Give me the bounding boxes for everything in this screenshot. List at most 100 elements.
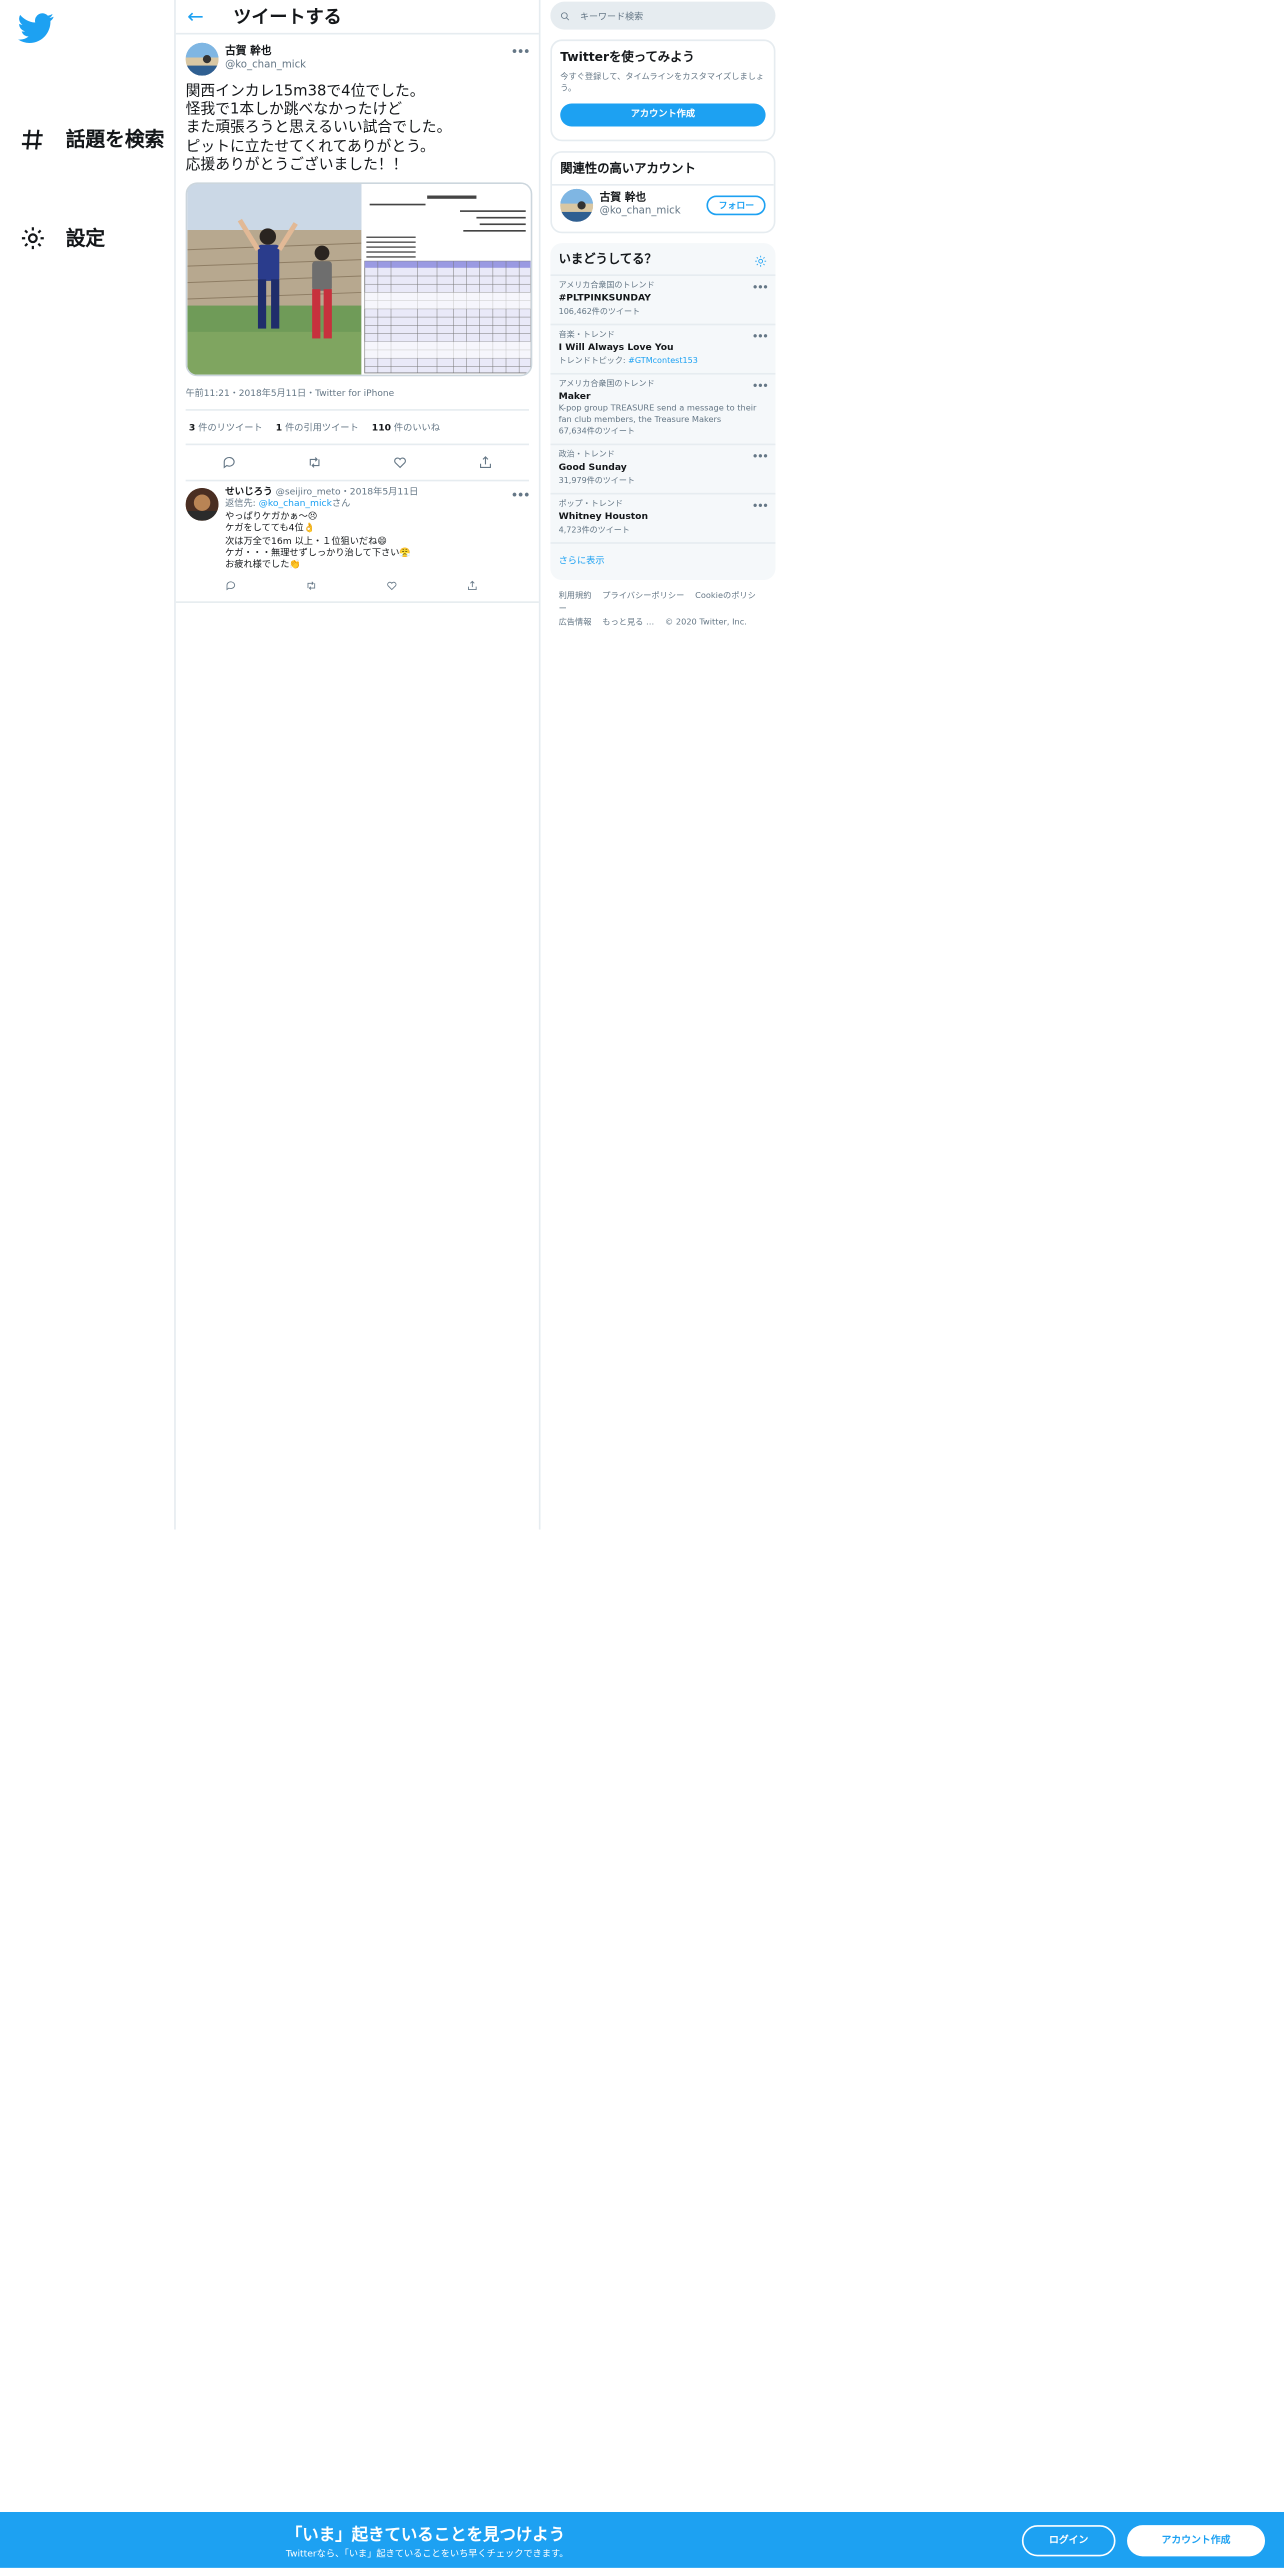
- trend-topic-link[interactable]: #GTMcontest153: [628, 357, 698, 367]
- trend-item[interactable]: 音楽・トレンド I Will Always Love You トレンドトピック:…: [550, 325, 776, 375]
- hashtag-icon: [21, 128, 43, 149]
- signup-card-title: Twitterを使ってみよう: [560, 49, 695, 65]
- search-icon: [561, 11, 570, 20]
- share-icon[interactable]: [479, 455, 494, 470]
- footer-privacy[interactable]: プライバシーポリシー: [602, 591, 684, 601]
- tweet-stats: 3 件のリツイート 1 件の引用ツイート 110 件のいいね: [185, 411, 530, 446]
- related-accounts-card: 関連性の高いアカウント 古賀 幹也 @ko_chan_mick フォロー: [550, 151, 776, 234]
- related-title: 関連性の高いアカウント: [560, 161, 696, 176]
- bottom-banner: 「いま」起きていることを見つけよう Twitterなら、「いま」起きていることを…: [0, 2511, 1284, 2568]
- tweet-actions: [185, 445, 530, 482]
- retweet-stat[interactable]: 3 件のリツイート: [189, 421, 263, 434]
- nav-explore[interactable]: 話題を検索: [20, 125, 165, 153]
- reply-text: やっぱりケガかぁ～😣 ケガをしてても4位👌 次は万全で16m 以上・１位狙いだね…: [225, 512, 411, 571]
- trend-context: 音楽・トレンド: [558, 330, 615, 341]
- avatar[interactable]: [185, 42, 219, 76]
- trend-name: #PLTPINKSUNDAY: [558, 294, 651, 304]
- more-options-icon[interactable]: •••: [752, 281, 769, 294]
- reply-icon[interactable]: [225, 580, 237, 592]
- related-account[interactable]: 古賀 幹也 @ko_chan_mick フォロー: [552, 184, 774, 232]
- footer: 利用規約 プライバシーポリシー Cookieのポリシー 広告情報 もっと見る ……: [550, 580, 775, 639]
- trend-context: アメリカ合衆国のトレンド: [558, 280, 655, 291]
- author-name[interactable]: 古賀 幹也: [225, 45, 306, 60]
- trend-name: Maker: [558, 392, 591, 403]
- trends-title: いまどうしてる？: [558, 251, 657, 267]
- quote-stat[interactable]: 1 件の引用ツイート: [276, 421, 359, 434]
- reply-to-link[interactable]: @ko_chan_mick: [259, 500, 332, 510]
- trend-name: I Will Always Love You: [558, 343, 674, 354]
- trend-context: ポップ・トレンド: [558, 499, 623, 510]
- login-button[interactable]: ログイン: [1021, 2525, 1116, 2557]
- main-column: ← ツイートする 古賀 幹也 @ko_chan_mick ••• 関西インカレ1…: [174, 0, 541, 1530]
- author-handle[interactable]: @ko_chan_mick: [225, 59, 306, 71]
- follow-button[interactable]: フォロー: [707, 195, 766, 216]
- trend-description: K-pop group TREASURE send a message to t…: [558, 404, 757, 425]
- tweet-meta: 午前11:21・2018年5月11日・Twitter for iPhone: [185, 386, 530, 411]
- share-icon[interactable]: [467, 580, 479, 592]
- footer-copyright: © 2020 Twitter, Inc.: [665, 617, 747, 628]
- trend-item[interactable]: ポップ・トレンド Whitney Houston 4,723件のツイート •••: [550, 495, 776, 544]
- more-options-icon[interactable]: •••: [511, 488, 531, 503]
- reply-date[interactable]: ・2018年5月11日: [341, 488, 419, 498]
- trend-context: 政治・トレンド: [558, 450, 615, 461]
- more-options-icon[interactable]: •••: [511, 44, 531, 59]
- like-icon[interactable]: [386, 580, 398, 592]
- page-title: ツイートする: [233, 6, 342, 28]
- reply-tweet[interactable]: せいじろう @seijiro_meto・2018年5月11日 返信先: @ko_…: [175, 481, 539, 603]
- trend-count: 4,723件のツイート: [558, 525, 630, 536]
- like-icon[interactable]: [393, 455, 408, 470]
- tweet-text: 関西インカレ15m38で4位でした。 怪我で1本しか跳べなかったけど また頑張ろ…: [185, 83, 452, 174]
- more-options-icon[interactable]: •••: [752, 330, 769, 343]
- reply-author-handle[interactable]: @seijiro_meto: [276, 488, 341, 498]
- twitter-logo-icon[interactable]: [18, 10, 54, 46]
- reply-to: 返信先: @ko_chan_mickさん: [225, 500, 351, 510]
- trend-topic: トレンドトピック: #GTMcontest153: [558, 356, 698, 367]
- avatar[interactable]: [560, 188, 594, 222]
- nav-explore-label: 話題を検索: [65, 128, 165, 152]
- photo-athletes[interactable]: [187, 184, 362, 375]
- signup-button[interactable]: アカウント作成: [1127, 2525, 1266, 2557]
- show-more-link[interactable]: さらに表示: [550, 544, 775, 580]
- search-input[interactable]: キーワード検索: [550, 1, 776, 30]
- right-column: キーワード検索 Twitterを使ってみよう 今すぐ登録して、タイムラインをカス…: [550, 0, 776, 639]
- nav-settings[interactable]: 設定: [20, 223, 105, 251]
- retweet-icon[interactable]: [306, 580, 318, 592]
- trend-item[interactable]: 政治・トレンド Good Sunday 31,979件のツイート •••: [550, 445, 776, 495]
- related-name[interactable]: 古賀 幹也: [600, 192, 707, 206]
- back-arrow-icon[interactable]: ←: [187, 5, 208, 28]
- trend-name: Whitney Houston: [558, 512, 649, 523]
- avatar[interactable]: [185, 487, 219, 521]
- more-options-icon[interactable]: •••: [752, 450, 769, 463]
- main-tweet: 古賀 幹也 @ko_chan_mick ••• 関西インカレ15m38で4位でし…: [176, 35, 539, 482]
- banner-title: 「いま」起きていることを見つけよう: [285, 2526, 566, 2545]
- footer-terms[interactable]: 利用規約: [559, 591, 592, 601]
- create-account-button[interactable]: アカウント作成: [560, 103, 766, 127]
- trend-name: Good Sunday: [558, 463, 627, 474]
- search-placeholder: キーワード検索: [579, 12, 644, 23]
- reply-author-name[interactable]: せいじろう: [225, 488, 273, 498]
- more-options-icon[interactable]: •••: [752, 380, 769, 393]
- trend-item[interactable]: アメリカ合衆国のトレンド #PLTPINKSUNDAY 106,462件のツイー…: [550, 276, 776, 326]
- related-handle[interactable]: @ko_chan_mick: [600, 206, 707, 218]
- nav-settings-label: 設定: [65, 226, 106, 250]
- gear-icon: [21, 226, 44, 249]
- like-stat[interactable]: 110 件のいいね: [372, 421, 440, 434]
- signup-card-subtitle: 今すぐ登録して、タイムラインをカスタマイズしましょう。: [560, 72, 765, 94]
- trend-count: 106,462件のツイート: [558, 307, 641, 318]
- trends-card: いまどうしてる？ アメリカ合衆国のトレンド #PLTPINKSUNDAY 106…: [550, 243, 776, 580]
- reply-actions: [225, 580, 478, 592]
- more-options-icon[interactable]: •••: [752, 499, 769, 512]
- left-nav: 話題を検索 設定: [0, 0, 174, 2568]
- reply-icon[interactable]: [221, 455, 236, 470]
- footer-more[interactable]: もっと見る …: [602, 618, 654, 628]
- main-header: ← ツイートする: [175, 0, 539, 35]
- trend-item[interactable]: アメリカ合衆国のトレンド Maker K-pop group TREASURE …: [550, 375, 776, 446]
- trend-count: 31,979件のツイート: [558, 476, 635, 487]
- retweet-icon[interactable]: [307, 455, 322, 470]
- tweet-media[interactable]: [185, 182, 533, 377]
- signup-card: Twitterを使ってみよう 今すぐ登録して、タイムラインをカスタマイズしましょ…: [550, 39, 776, 142]
- footer-ads[interactable]: 広告情報: [559, 618, 592, 628]
- photo-result-sheet[interactable]: [361, 184, 531, 375]
- trends-settings-icon[interactable]: [754, 243, 775, 274]
- banner-subtitle: Twitterなら、「いま」起きていることをいち早くチェックできます。: [285, 2549, 569, 2560]
